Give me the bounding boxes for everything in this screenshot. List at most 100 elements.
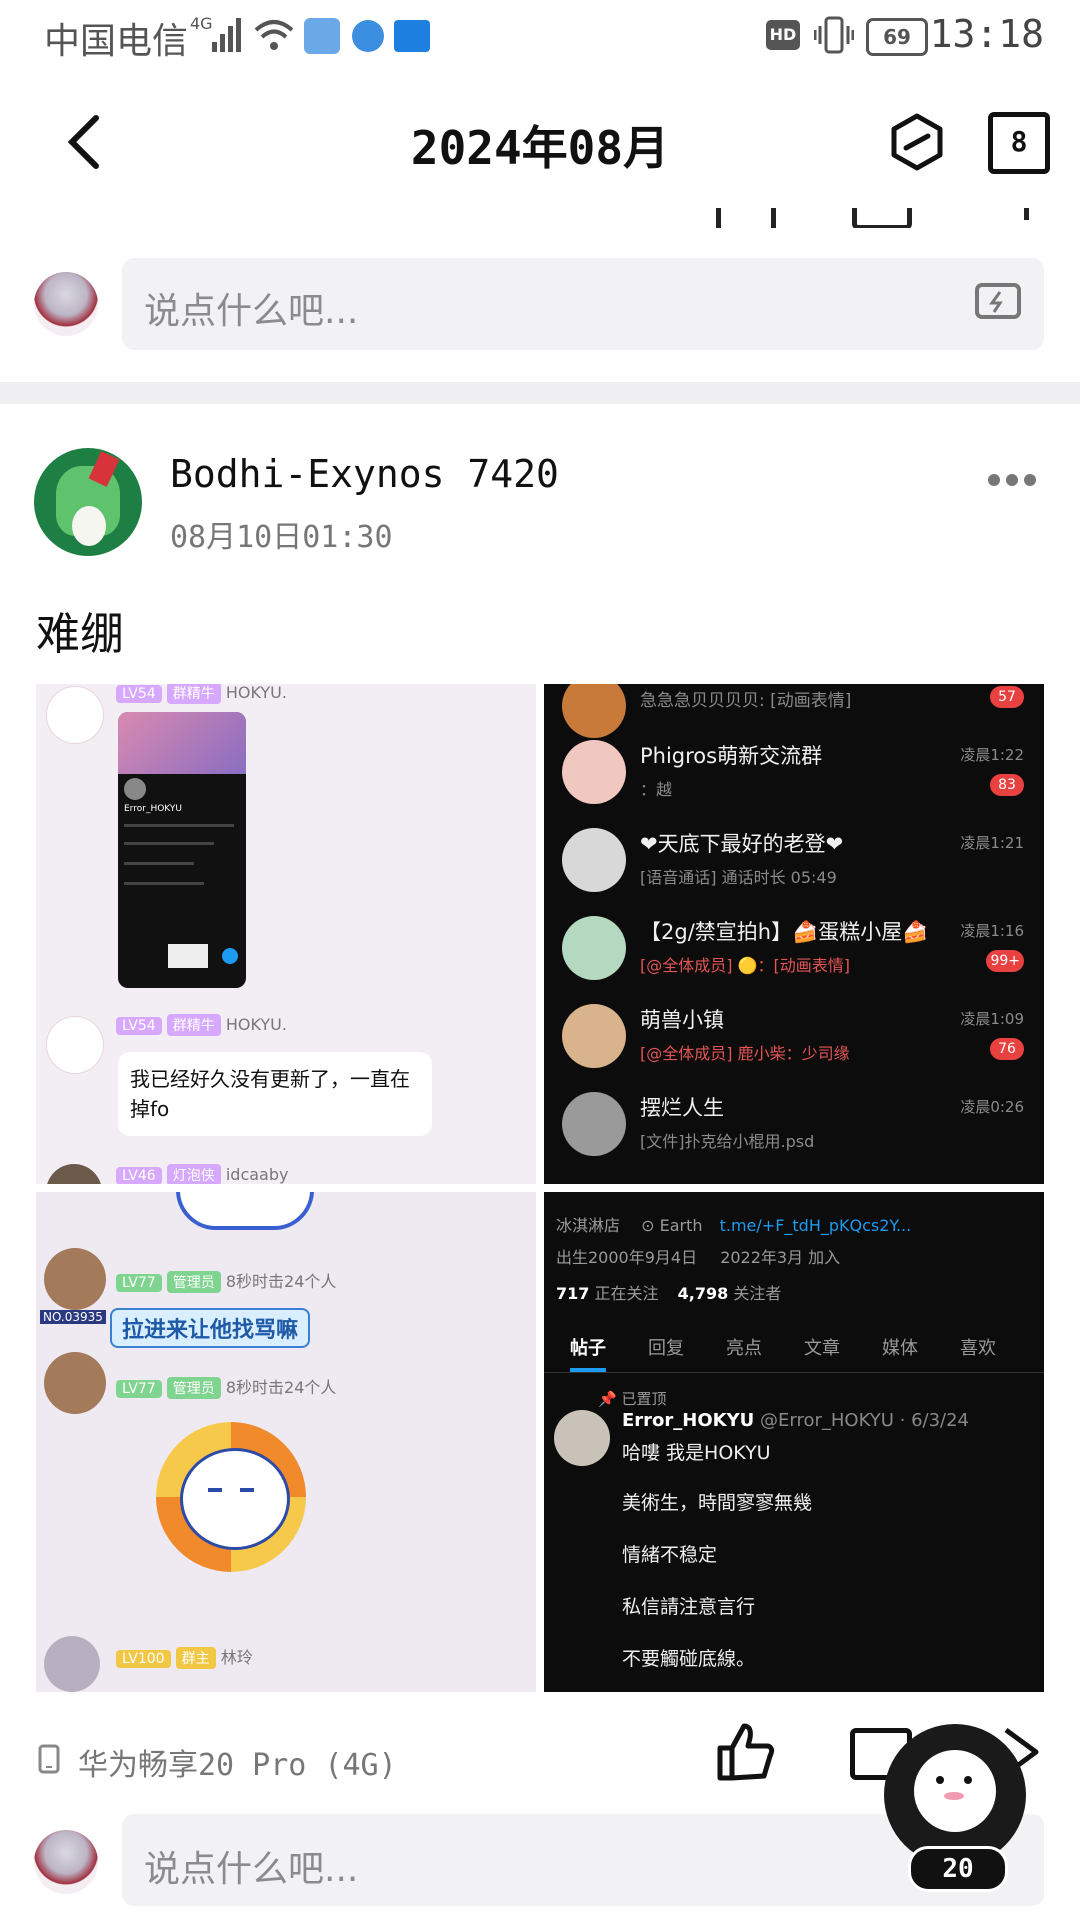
followers-label: 关注者 bbox=[733, 1284, 782, 1303]
post-separator bbox=[0, 382, 1080, 404]
user-avatar[interactable] bbox=[34, 1830, 98, 1894]
level-badge: LV77 bbox=[116, 1274, 162, 1292]
comment-placeholder: 说点什么吧... bbox=[144, 291, 359, 332]
unread-badge: 57 bbox=[990, 686, 1024, 708]
author-name[interactable]: Bodhi-Exynos 7420 bbox=[170, 452, 559, 496]
tianyi-icon bbox=[394, 20, 430, 52]
sender-name: HOKYU. bbox=[225, 684, 287, 702]
profile-follow-stats: 717 正在关注 4,798 关注者 bbox=[556, 1280, 781, 1304]
battery-level: 69 bbox=[883, 25, 911, 49]
profile-tabs: 帖子 回复 亮点 文章 媒体 喜欢 bbox=[544, 1322, 1044, 1373]
sender-header: LV77 管理员 8秒时击24个人 bbox=[116, 1374, 336, 1399]
chat-time: 凌晨0:26 bbox=[960, 1098, 1024, 1116]
phone-profile-name: Error_HOKYU bbox=[124, 804, 182, 814]
chat-list-item[interactable]: 【2g/禁宣拍h】🍰蛋糕小屋🍰 [@全体成员] 🟡：[动画表情] 凌晨1:16 99+ bbox=[544, 916, 1044, 1004]
hd-icon: HD bbox=[766, 20, 800, 50]
chat-time: 凌晨1:22 bbox=[960, 746, 1024, 764]
quick-reply-icon[interactable] bbox=[974, 282, 1022, 324]
level-badge: LV46 bbox=[116, 1167, 162, 1184]
chat-list-item[interactable]: Phigros萌新交流群 ：越 凌晨1:22 83 bbox=[544, 740, 1044, 828]
sender-name: 8秒时击24个人 bbox=[225, 1272, 337, 1291]
tweet-avatar bbox=[554, 1410, 610, 1466]
share-icon[interactable] bbox=[984, 208, 1029, 220]
level-badge: LV100 bbox=[116, 1650, 171, 1668]
level-badge: LV54 bbox=[116, 1017, 162, 1035]
profile-birth: 出生2000年9月4日 bbox=[556, 1248, 698, 1267]
profile-tab[interactable]: 回复 bbox=[648, 1334, 684, 1360]
unread-badge: 76 bbox=[990, 1038, 1024, 1060]
title-badge: 群主 bbox=[175, 1647, 216, 1669]
chat-time: 凌晨1:16 bbox=[960, 922, 1024, 940]
tweet-line: 美術生，時間寥寥無幾 bbox=[622, 1492, 813, 1514]
status-bar: 中国电信 4G HD 69 13:18 bbox=[0, 0, 1080, 78]
chat-list-item[interactable]: ❤天底下最好的老登❤ [语音通话] 通话时长 05:49 凌晨1:21 bbox=[544, 828, 1044, 916]
chat-preview: [@全体成员] 鹿小柴：少司缘 bbox=[640, 1044, 850, 1063]
tweet-line: 不要觸碰底線。 bbox=[622, 1648, 756, 1670]
vibrate-icon bbox=[814, 16, 854, 54]
followers-count: 4,798 bbox=[677, 1284, 729, 1303]
profile-tab[interactable]: 喜欢 bbox=[960, 1334, 996, 1360]
comment-icon[interactable] bbox=[852, 208, 912, 228]
title-badge: 群精牛 bbox=[166, 1014, 221, 1036]
post-image-3[interactable]: LV77 管理员 8秒时击24个人 NO.03935 拉进来让他找骂嘛 LV77… bbox=[36, 1192, 536, 1692]
chat-list-item[interactable]: 萌兽小镇 [@全体成员] 鹿小柴：少司缘 凌晨1:09 76 bbox=[544, 1004, 1044, 1092]
profile-location: Earth bbox=[659, 1216, 703, 1235]
profile-tab[interactable]: 帖子 bbox=[570, 1334, 606, 1372]
post-image-2[interactable]: 急急急贝贝贝贝: [动画表情] 57 Phigros萌新交流群 ：越 凌晨1:22 83 ❤… bbox=[544, 684, 1044, 1184]
sender-avatar bbox=[46, 1016, 104, 1074]
comment-input[interactable]: 说点什么吧... bbox=[122, 258, 1044, 350]
profile-tab[interactable]: 文章 bbox=[804, 1334, 840, 1360]
author-avatar[interactable] bbox=[34, 448, 142, 556]
pinned-text: 已置顶 bbox=[621, 1390, 667, 1408]
sticker-fragment bbox=[176, 1192, 314, 1230]
post-text: 难绷 bbox=[36, 609, 124, 660]
clock: 13:18 bbox=[929, 12, 1044, 56]
chat-name: 【2g/禁宣拍h】🍰蛋糕小屋🍰 bbox=[640, 920, 929, 944]
sender-header: LV54 群精牛 HOKYU. bbox=[116, 1014, 287, 1036]
tweet-line: 哈嘍 我是HOKYU bbox=[622, 1442, 771, 1464]
back-icon[interactable] bbox=[64, 112, 104, 172]
profile-shop: 冰淇淋店 bbox=[556, 1216, 621, 1235]
comment-placeholder: 说点什么吧... bbox=[144, 1849, 359, 1890]
sender-header: LV54 群精牛 HOKYU. bbox=[116, 684, 287, 704]
floating-assistant-button[interactable] bbox=[884, 1724, 1026, 1866]
number-tag: NO.03935 bbox=[40, 1310, 106, 1324]
calendar-icon[interactable]: 8 bbox=[988, 112, 1050, 174]
chat-list-item[interactable]: 摆烂人生 [文件]扑克给小棍用.psd 凌晨0:26 bbox=[544, 1092, 1044, 1180]
title-badge: 管理员 bbox=[166, 1377, 221, 1399]
sender-avatar bbox=[44, 1636, 100, 1692]
level-badge: LV77 bbox=[116, 1380, 162, 1398]
profile-tab[interactable]: 亮点 bbox=[726, 1334, 762, 1360]
battery-icon: 69 bbox=[866, 18, 928, 56]
chat-avatar bbox=[562, 1092, 626, 1156]
phone-screenshot: Error_HOKYU bbox=[118, 712, 246, 988]
device-label: 华为畅享20 Pro (4G) bbox=[78, 1748, 397, 1783]
like-icon[interactable] bbox=[716, 208, 776, 228]
post-image-1[interactable]: LV54 群精牛 HOKYU. Error_HOKYU LV54 群精牛 HOK… bbox=[36, 684, 536, 1184]
tweet-author: Error_HOKYU bbox=[622, 1410, 755, 1431]
sender-name: HOKYU. bbox=[225, 1015, 287, 1034]
title-badge: 管理员 bbox=[166, 1271, 221, 1293]
profile-meta-line: 冰淇淋店 ⊙ Earth t.me/+F_tdH_pKQcs2Y... bbox=[556, 1216, 912, 1235]
profile-tab[interactable]: 媒体 bbox=[882, 1334, 918, 1360]
more-options-icon[interactable] bbox=[986, 470, 1038, 490]
hexagon-slash-icon[interactable] bbox=[888, 112, 946, 172]
post-image-4[interactable]: 冰淇淋店 ⊙ Earth t.me/+F_tdH_pKQcs2Y... 出生20… bbox=[544, 1192, 1044, 1692]
chat-avatar bbox=[562, 684, 626, 738]
profile-joined: 2022年3月 加入 bbox=[720, 1248, 841, 1267]
like-icon[interactable] bbox=[714, 1720, 776, 1782]
following-count: 717 bbox=[556, 1284, 590, 1303]
unread-badge: 99+ bbox=[986, 950, 1024, 972]
title-badge: 灯泡侠 bbox=[166, 1164, 221, 1184]
sender-name: 8秒时击24个人 bbox=[225, 1378, 337, 1397]
user-avatar[interactable] bbox=[34, 272, 98, 336]
chat-name: ❤天底下最好的老登❤ bbox=[640, 832, 844, 856]
sender-avatar bbox=[44, 1248, 106, 1310]
chat-preview: [@全体成员] 🟡：[动画表情] bbox=[640, 956, 850, 975]
sender-name: idcaaby bbox=[225, 1165, 289, 1184]
chat-name: Phigros萌新交流群 bbox=[640, 744, 823, 768]
chat-name: 摆烂人生 bbox=[640, 1096, 724, 1120]
wifi-icon bbox=[254, 20, 294, 50]
chat-name: 急急急贝贝贝贝: [动画表情] bbox=[640, 691, 852, 711]
chat-time: 凌晨1:21 bbox=[960, 834, 1024, 852]
